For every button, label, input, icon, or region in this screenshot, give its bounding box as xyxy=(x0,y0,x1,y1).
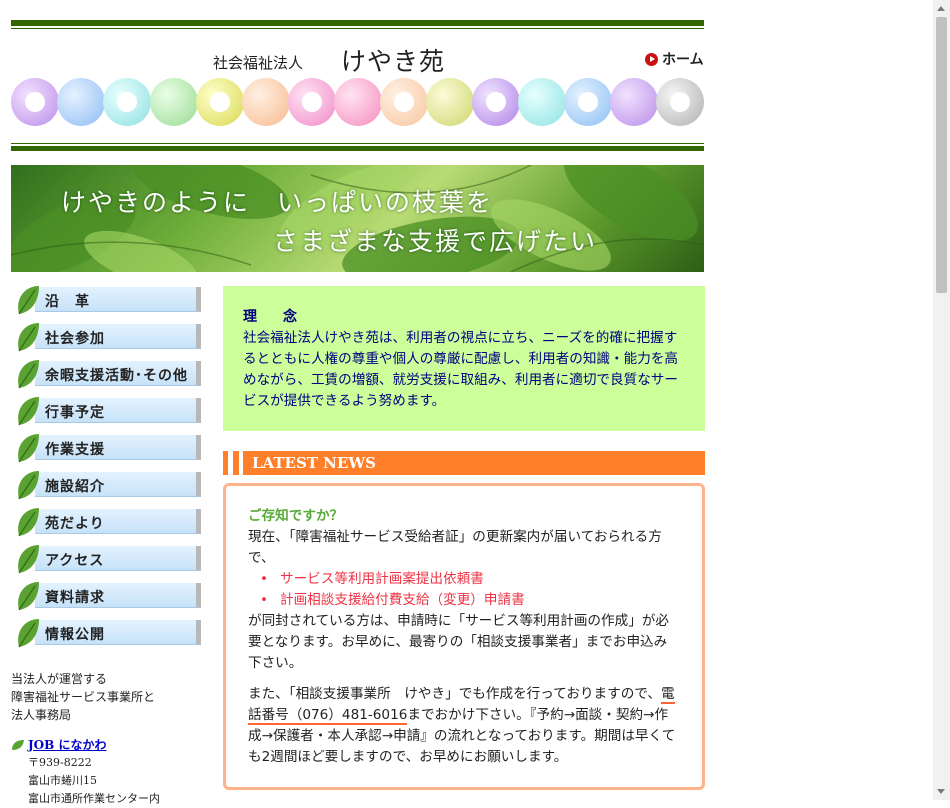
leaf-icon xyxy=(18,582,39,611)
nav-item-label: 資料請求 xyxy=(45,590,105,606)
leaf-icon xyxy=(18,545,39,574)
leaf-icon xyxy=(12,739,24,750)
nav-item-work-support[interactable]: 作業支援 xyxy=(11,432,203,469)
leaf-icon xyxy=(18,360,39,389)
nav-item-access[interactable]: アクセス xyxy=(11,543,203,580)
scroll-down-icon[interactable] xyxy=(937,789,945,794)
news-after-list: が同封されている方は、申請時に「サービス等利用計画の作成」が必要となります。お早… xyxy=(248,613,669,671)
circle-icon xyxy=(518,78,566,126)
news-question: ご存知ですか？ xyxy=(248,508,344,524)
ring-icon xyxy=(11,78,59,126)
nav-item-leisure-support[interactable]: 余暇支援活動･その他 xyxy=(11,358,203,395)
list-item: 計画相談支援給付費支給（変更）申請書 xyxy=(260,590,680,611)
nav-item-label: 施設紹介 xyxy=(45,479,105,495)
header-bottom-rule xyxy=(11,143,704,153)
banner-slogan-line2: さまざまな支援で広げたい xyxy=(273,227,598,256)
ring-icon xyxy=(196,78,244,126)
nav-item-events[interactable]: 行事予定 xyxy=(11,395,203,432)
circle-icon xyxy=(334,78,382,126)
ring-icon xyxy=(103,78,151,126)
philosophy-text: 社会福祉法人けやき苑は、利用者の視点に立ち、ニーズを的確に把握するとともに人権の… xyxy=(243,330,678,409)
philosophy-title: 理 念 xyxy=(243,309,303,325)
circle-icon xyxy=(242,78,290,126)
nav-item-label: 余暇支援活動･その他 xyxy=(45,368,188,384)
nav-item-label: アクセス xyxy=(45,553,105,569)
nav-item-history[interactable]: 沿 革 xyxy=(11,284,203,321)
list-item: サービス等利用計画案提出依頼書 xyxy=(260,569,680,590)
news-document-list: サービス等利用計画案提出依頼書 計画相談支援給付費支給（変更）申請書 xyxy=(248,569,680,611)
ring-icon xyxy=(656,78,704,126)
philosophy-box: 理 念 社会福祉法人けやき苑は、利用者の視点に立ち、ニーズを的確に把握するととも… xyxy=(223,286,705,431)
nav-item-disclosure[interactable]: 情報公開 xyxy=(11,617,203,654)
ring-icon xyxy=(472,78,520,126)
home-link[interactable]: ホーム xyxy=(645,49,704,69)
leaf-icon xyxy=(18,397,39,426)
circle-icon xyxy=(57,78,105,126)
circle-icon xyxy=(150,78,198,126)
nav-item-social-participation[interactable]: 社会参加 xyxy=(11,321,203,358)
nav-item-newsletter[interactable]: 苑だより xyxy=(11,506,203,543)
leaf-icon xyxy=(18,434,39,463)
sidebar-org-info: 当法人が運営する 障害福祉サービス事業所と 法人事務局 xyxy=(11,672,156,722)
circle-icon xyxy=(610,78,658,126)
sidebar-nav: 沿 革 社会参加 余暇支援活動･その他 行事予定 作業支援 施設紹介 苑だより … xyxy=(11,284,203,654)
arrow-circle-icon xyxy=(645,52,658,66)
ring-icon xyxy=(288,78,336,126)
leaf-icon xyxy=(18,286,39,315)
nav-item-label: 行事予定 xyxy=(45,405,105,421)
hero-banner: けやきのように いっぱいの枝葉を さまざまな支援で広げたい xyxy=(11,165,704,272)
vertical-scrollbar[interactable] xyxy=(933,0,950,800)
circle-icon xyxy=(426,78,474,126)
job-nikagawa-link-row: JOB になかわ xyxy=(11,736,106,753)
news-paragraph-2: また、「相談支援事業所 けやき」でも作成を行っておりますので、電話番号（076）… xyxy=(248,686,676,765)
nav-item-label: 社会参加 xyxy=(45,331,105,347)
org-type-label: 社会福祉法人 xyxy=(213,54,304,72)
leaf-icon xyxy=(18,619,39,648)
ring-icon xyxy=(564,78,612,126)
latest-news-title: LATEST NEWS xyxy=(243,451,705,475)
org-name: けやき苑 xyxy=(341,47,446,76)
job-nikagawa-link[interactable]: JOB になかわ xyxy=(28,736,106,753)
leaf-icon xyxy=(18,471,39,500)
nav-item-document-request[interactable]: 資料請求 xyxy=(11,580,203,617)
latest-news-header: LATEST NEWS xyxy=(223,451,705,475)
latest-news-box: ご存知ですか？ 現在、「障害福祉サービス受給者証」の更新案内が届いておられる方で… xyxy=(223,483,705,790)
leaf-icon xyxy=(18,323,39,352)
nav-item-label: 沿 革 xyxy=(45,294,90,310)
ring-icon xyxy=(380,78,428,126)
nav-item-facilities[interactable]: 施設紹介 xyxy=(11,469,203,506)
decorative-circle-row xyxy=(11,78,705,128)
nav-item-label: 苑だより xyxy=(45,516,105,532)
home-link-label: ホーム xyxy=(662,52,704,68)
scrollbar-thumb[interactable] xyxy=(936,17,947,293)
header-top-rule xyxy=(11,20,704,30)
banner-slogan-line1: けやきのように いっぱいの枝葉を xyxy=(61,188,494,217)
scroll-up-icon[interactable] xyxy=(937,6,945,11)
nav-item-label: 作業支援 xyxy=(45,442,105,458)
news-intro: 現在、「障害福祉サービス受給者証」の更新案内が届いておられる方で、 xyxy=(248,529,662,566)
nav-item-label: 情報公開 xyxy=(45,627,105,643)
leaf-icon xyxy=(18,508,39,537)
